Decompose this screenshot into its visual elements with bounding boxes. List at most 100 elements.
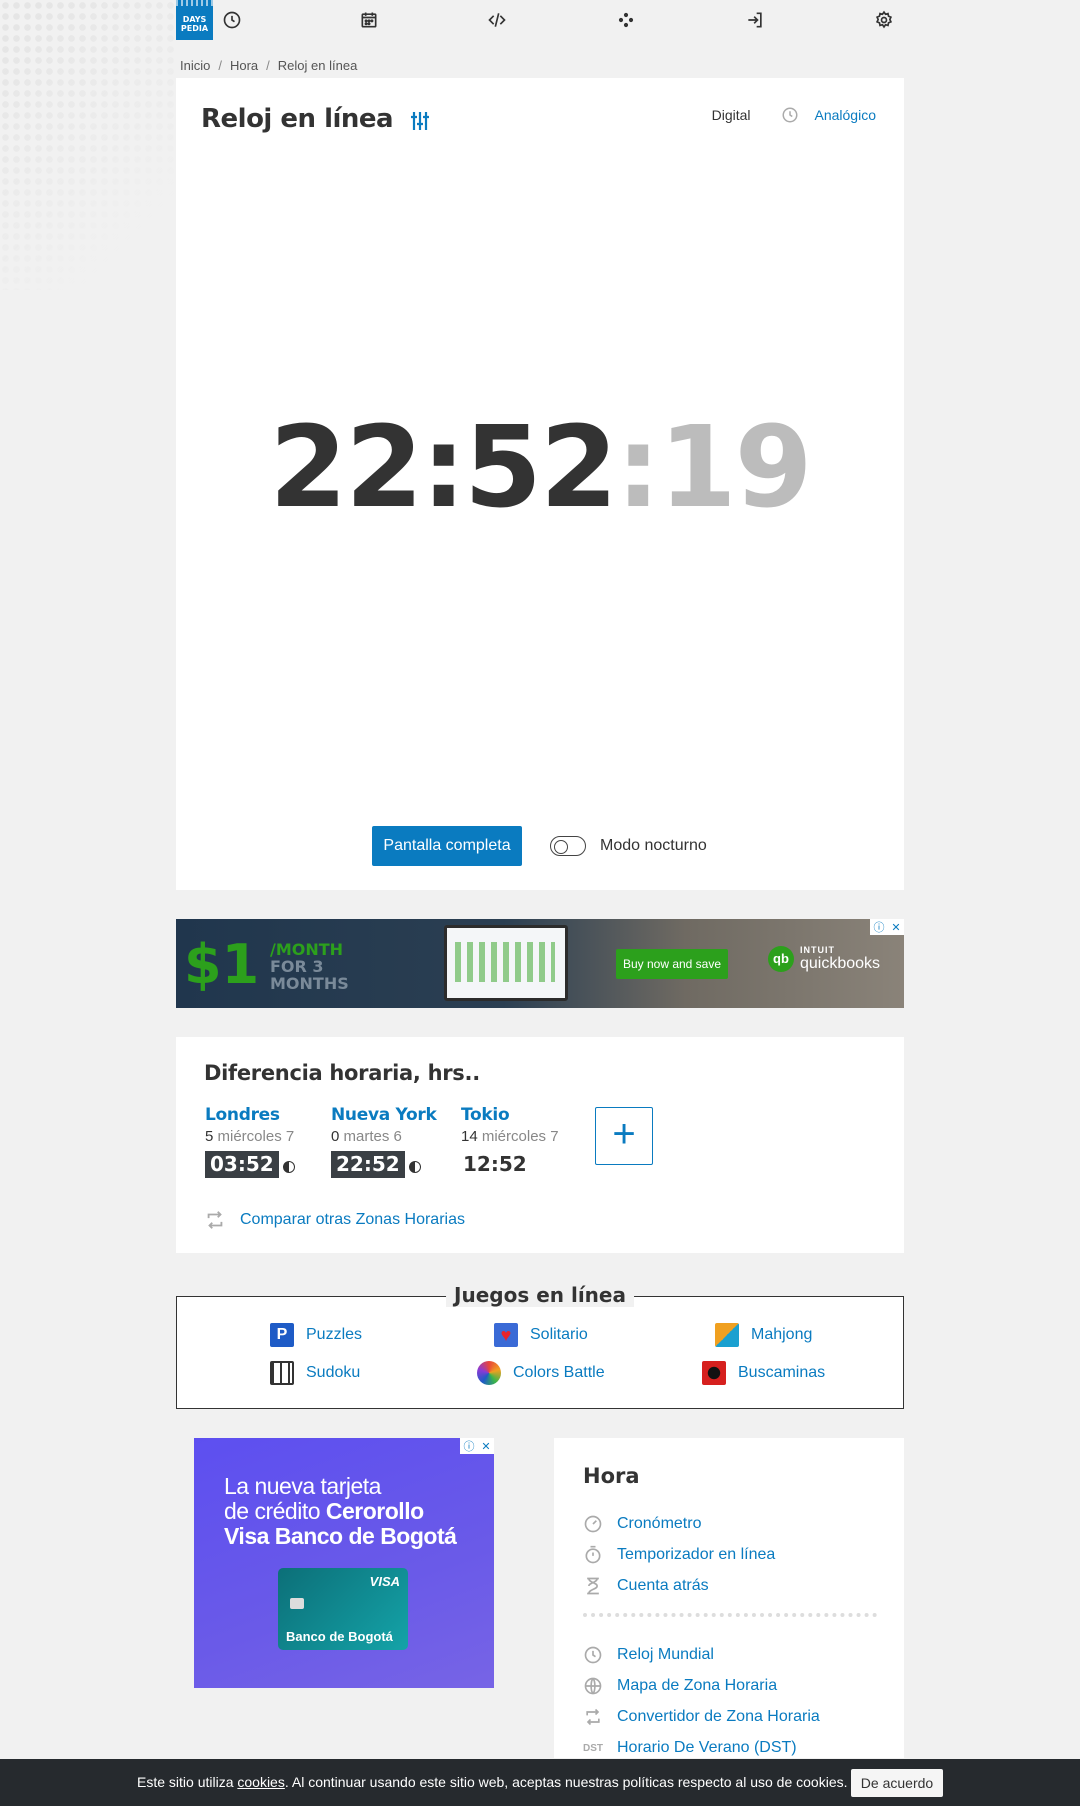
ad-close-icon[interactable]: ✕	[481, 1440, 490, 1453]
settings-sliders-icon[interactable]	[408, 109, 432, 133]
dst-icon: DST	[583, 1742, 603, 1754]
banco-bogota-ad[interactable]: La nueva tarjeta de crédito Cerorollo Vi…	[194, 1438, 494, 1688]
background-dot-pattern	[0, 0, 175, 290]
game-sudoku[interactable]: Sudoku	[270, 1361, 360, 1385]
stopwatch-icon	[583, 1514, 603, 1534]
link-label: Convertidor de Zona Horaria	[617, 1708, 820, 1725]
page-title: Reloj en línea	[201, 104, 394, 134]
link-cronometro[interactable]: Cronómetro	[583, 1514, 701, 1534]
game-solitario[interactable]: ♥ Solitario	[494, 1323, 588, 1347]
analog-clock-icon[interactable]	[781, 106, 799, 124]
city-name[interactable]: Tokio	[461, 1105, 559, 1125]
breadcrumb-current: Reloj en línea	[277, 58, 358, 73]
link-label: Temporizador en línea	[617, 1546, 776, 1563]
games-title: Juegos en línea	[446, 1283, 634, 1307]
link-cuenta-atras[interactable]: Cuenta atrás	[583, 1576, 709, 1596]
sidebar-title: Hora	[583, 1464, 640, 1488]
ad-line-3: Visa Banco de Bogotá	[224, 1523, 457, 1549]
clock-seconds: :19	[615, 403, 813, 533]
ad-laptop-image	[444, 925, 568, 1001]
breadcrumb-home[interactable]: Inicio	[180, 58, 210, 73]
link-horario-verano[interactable]: DST Horario De Verano (DST)	[583, 1738, 797, 1758]
link-temporizador[interactable]: Temporizador en línea	[583, 1545, 775, 1565]
city-date: martes 6	[343, 1128, 402, 1145]
game-buscaminas[interactable]: Buscaminas	[702, 1361, 825, 1385]
mode-digital[interactable]: Digital	[712, 107, 751, 123]
calendar-icon[interactable]	[357, 8, 381, 32]
link-mapa-zona-horaria[interactable]: Mapa de Zona Horaria	[583, 1676, 777, 1696]
night-moon-icon	[282, 1160, 295, 1173]
ad-choices[interactable]: ⓘ ✕	[460, 1438, 494, 1454]
breadcrumb-separator: /	[266, 58, 270, 73]
compare-icon	[207, 1211, 223, 1229]
logo[interactable]: DAYS PEDIA	[176, 0, 213, 40]
convert-icon	[583, 1707, 603, 1727]
solitaire-icon: ♥	[494, 1323, 518, 1347]
mode-analog[interactable]: Analógico	[815, 107, 877, 123]
link-label: Cuenta atrás	[617, 1577, 709, 1594]
accept-cookies-button[interactable]: De acuerdo	[851, 1769, 943, 1797]
city-offset: 14	[461, 1128, 478, 1145]
ad-info-icon[interactable]: ⓘ	[873, 919, 884, 935]
breadcrumb: Inicio / Hora / Reloj en línea	[180, 58, 357, 73]
games-icon[interactable]	[614, 8, 638, 32]
time-difference-title: Diferencia horaria, hrs..	[204, 1061, 480, 1085]
city-time: 22:52	[331, 1151, 405, 1178]
ad-line-2a: de crédito	[224, 1498, 326, 1524]
link-reloj-mundial[interactable]: Reloj Mundial	[583, 1645, 714, 1665]
add-city-button[interactable]: +	[595, 1107, 653, 1165]
intuit-label: INTUIT	[800, 945, 835, 955]
clock-icon[interactable]	[220, 8, 244, 32]
city-date: miércoles 7	[481, 1128, 559, 1145]
ad-info-icon[interactable]: ⓘ	[463, 1438, 474, 1454]
city-name[interactable]: Londres	[205, 1105, 295, 1125]
city-time: 12:52	[463, 1152, 527, 1176]
game-label: Sudoku	[306, 1364, 361, 1381]
quickbooks-ad-banner[interactable]: $1 /MONTH FOR 3 MONTHS Buy now and save …	[176, 919, 904, 1008]
game-colors-battle[interactable]: Colors Battle	[477, 1361, 605, 1385]
minesweeper-icon	[702, 1361, 726, 1385]
night-mode-toggle[interactable]	[550, 836, 586, 856]
cookie-banner: Este sitio utiliza cookies. Al continuar…	[0, 1759, 1080, 1806]
ad-choices[interactable]: ⓘ ✕	[870, 919, 904, 935]
gear-icon[interactable]	[872, 8, 896, 32]
cookie-text-before: Este sitio utiliza	[137, 1774, 238, 1790]
game-label: Colors Battle	[513, 1364, 605, 1381]
clock-card: Reloj en línea Digital Analógico 22:52:1…	[176, 78, 904, 890]
ad-duration: FOR 3 MONTHS	[270, 957, 349, 993]
time-links-card: Hora Cronómetro Temporizador en línea Cu…	[554, 1438, 904, 1758]
breadcrumb-hora[interactable]: Hora	[230, 58, 258, 73]
sidebar-divider	[583, 1613, 877, 1617]
game-label: Solitario	[530, 1326, 588, 1343]
clock-mode-switch: Digital Analógico	[712, 106, 876, 124]
ad-headline: La nueva tarjeta de crédito Cerorollo Vi…	[224, 1474, 457, 1549]
ad-buy-button[interactable]: Buy now and save	[616, 949, 728, 979]
login-icon[interactable]	[743, 8, 767, 32]
city-londres: Londres 5 miércoles 7 03:52	[205, 1105, 295, 1178]
game-puzzles[interactable]: P Puzzles	[270, 1323, 362, 1347]
city-name[interactable]: Nueva York	[331, 1105, 437, 1125]
night-mode-label: Modo nocturno	[600, 837, 707, 854]
breadcrumb-separator: /	[218, 58, 222, 73]
ad-per-month: /MONTH	[270, 940, 344, 959]
compare-timezones-link[interactable]: Comparar otras Zonas Horarias	[204, 1209, 465, 1231]
ad-close-icon[interactable]: ✕	[891, 921, 900, 934]
game-mahjong[interactable]: Mahjong	[715, 1323, 812, 1347]
visa-logo: VISA	[369, 1574, 400, 1589]
link-label: Mapa de Zona Horaria	[617, 1677, 778, 1694]
city-date: miércoles 7	[217, 1128, 295, 1145]
cookies-link[interactable]: cookies	[237, 1774, 284, 1790]
mahjong-icon	[715, 1323, 739, 1347]
online-games-box: Juegos en línea P Puzzles ♥ Solitario Mahj…	[176, 1283, 904, 1409]
link-convertidor[interactable]: Convertidor de Zona Horaria	[583, 1707, 820, 1727]
clock-icon	[583, 1645, 603, 1665]
colors-battle-icon	[477, 1361, 501, 1385]
night-moon-icon	[408, 1160, 421, 1173]
fullscreen-button[interactable]: Pantalla completa	[372, 826, 522, 866]
quickbooks-label: quickbooks	[800, 955, 881, 972]
clock-hours-minutes: 22:52	[269, 403, 618, 533]
game-label: Mahjong	[751, 1326, 813, 1343]
top-nav: DAYS PEDIA	[176, 0, 904, 40]
code-icon[interactable]	[485, 8, 509, 32]
card-bank-name: Banco de Bogotá	[286, 1629, 393, 1644]
